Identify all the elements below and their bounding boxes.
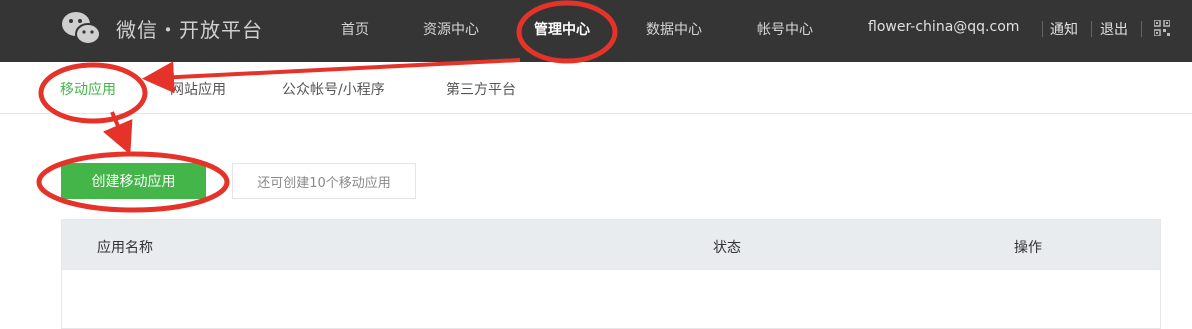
column-app-name: 应用名称 xyxy=(97,240,153,256)
wechat-logo-icon xyxy=(62,12,101,45)
top-navigation-bar: 微信・开放平台 首页 资源中心 管理中心 数据中心 帐号中心 flower-ch… xyxy=(0,0,1192,62)
qr-code-icon[interactable] xyxy=(1154,20,1170,36)
divider xyxy=(1091,21,1092,37)
column-status: 状态 xyxy=(713,240,741,256)
tab-official-accounts[interactable]: 公众帐号/小程序 xyxy=(282,79,385,99)
brand-title: 微信・开放平台 xyxy=(116,18,263,42)
remaining-quota-note: 还可创建10个移动应用 xyxy=(232,163,416,199)
create-mobile-app-button[interactable]: 创建移动应用 xyxy=(61,163,206,199)
nav-management-center[interactable]: 管理中心 xyxy=(534,19,590,39)
column-actions: 操作 xyxy=(1014,240,1042,256)
sub-navigation: 移动应用 网站应用 公众帐号/小程序 第三方平台 xyxy=(0,62,1192,114)
divider xyxy=(1042,21,1043,37)
nav-home[interactable]: 首页 xyxy=(341,19,369,39)
table-header: 应用名称 状态 操作 xyxy=(62,220,1160,270)
tab-website-apps[interactable]: 网站应用 xyxy=(170,79,226,99)
tab-third-party-platform[interactable]: 第三方平台 xyxy=(446,79,516,99)
nav-account-center[interactable]: 帐号中心 xyxy=(757,19,813,39)
tab-mobile-apps[interactable]: 移动应用 xyxy=(60,79,116,99)
user-email[interactable]: flower-china@qq.com xyxy=(868,19,1019,35)
logout-link[interactable]: 退出 xyxy=(1100,19,1128,39)
apps-table: 应用名称 状态 操作 xyxy=(61,219,1161,329)
divider xyxy=(1141,21,1142,37)
arrow-to-create-button xyxy=(102,111,133,155)
notify-link[interactable]: 通知 xyxy=(1050,19,1078,39)
nav-resource-center[interactable]: 资源中心 xyxy=(423,19,479,39)
nav-data-center[interactable]: 数据中心 xyxy=(646,19,702,39)
